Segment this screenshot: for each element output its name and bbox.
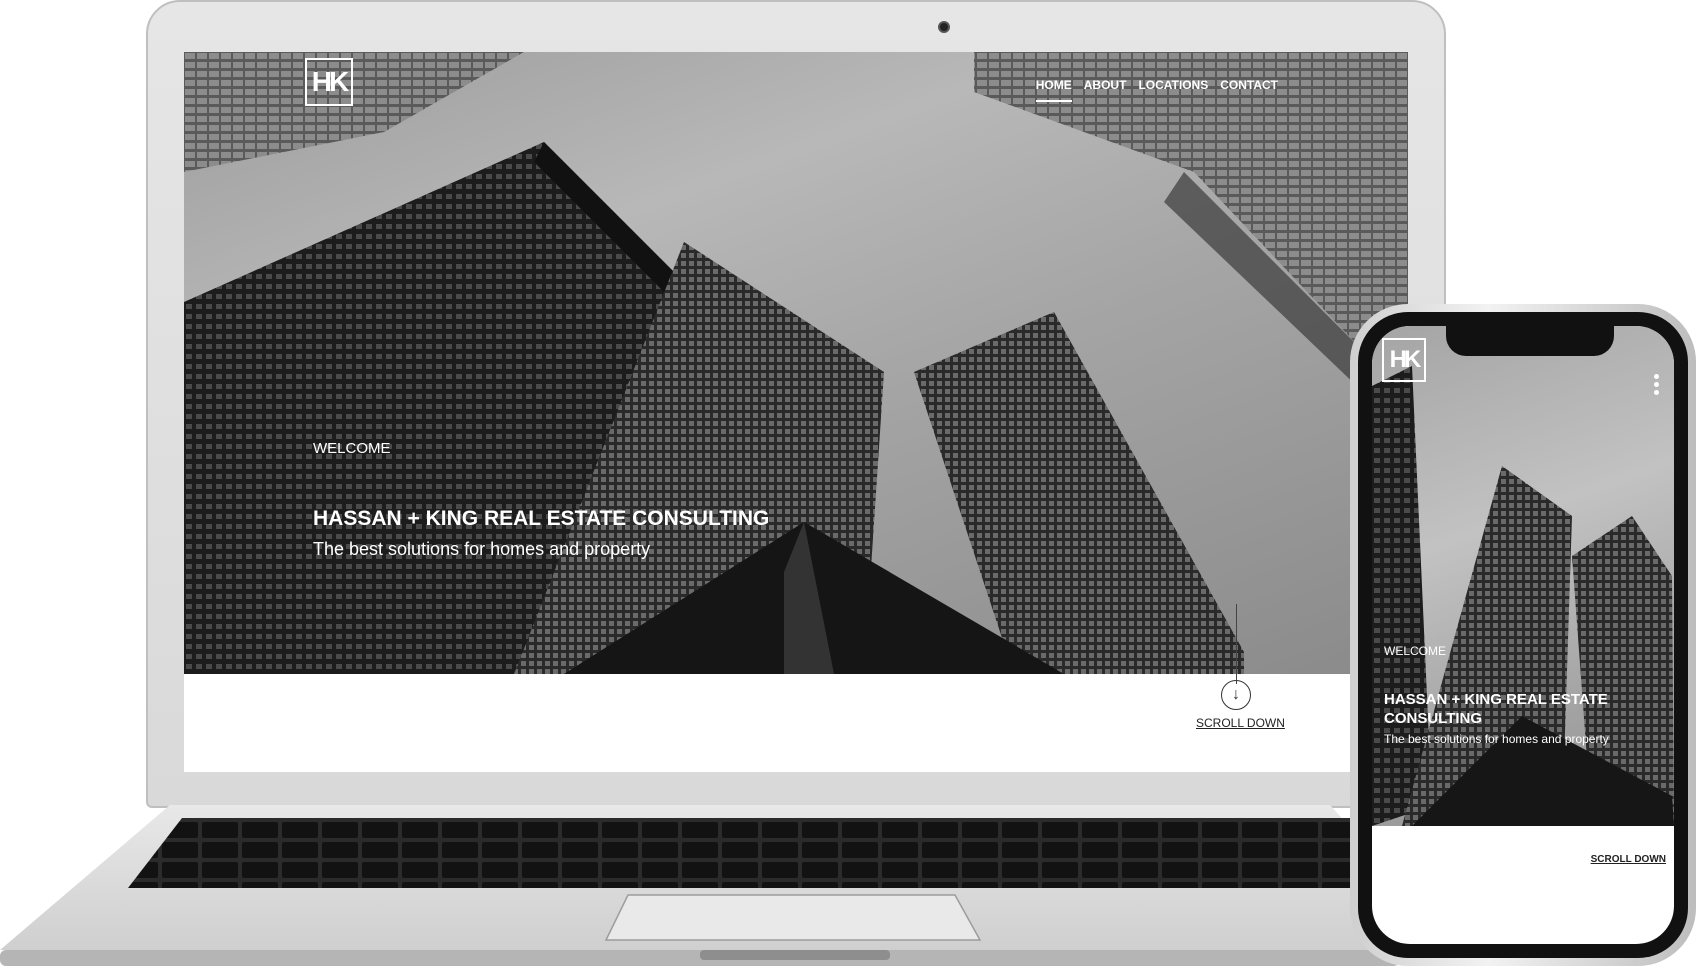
- mobile-hero-eyebrow: WELCOME: [1384, 644, 1447, 658]
- phone-frame: HK WELCOME HASSAN + KING REAL ESTATE CON…: [1350, 304, 1696, 966]
- camera-icon: [938, 21, 950, 33]
- menu-dot: [1654, 374, 1659, 379]
- mobile-skyline-image: [1372, 366, 1674, 826]
- hero-eyebrow: WELCOME: [313, 440, 391, 457]
- phone-screen: HK WELCOME HASSAN + KING REAL ESTATE CON…: [1372, 326, 1674, 944]
- menu-dot: [1654, 390, 1659, 395]
- nav-home[interactable]: HOME: [1035, 78, 1072, 102]
- brand-logo[interactable]: HK: [305, 58, 353, 106]
- mobile-logo-text: HK: [1389, 346, 1422, 373]
- nav-contact[interactable]: CONTACT: [1220, 78, 1278, 102]
- mobile-hero-subtitle: The best solutions for homes and propert…: [1384, 732, 1609, 746]
- mobile-hero-section: HK WELCOME HASSAN + KING REAL ESTATE CON…: [1372, 326, 1674, 826]
- mobile-brand-logo[interactable]: HK: [1382, 338, 1426, 382]
- scroll-down-button[interactable]: ↓: [1221, 680, 1251, 710]
- mobile-scroll-down-link[interactable]: SCROLL DOWN: [1591, 854, 1666, 865]
- hero-title: HASSAN + KING REAL ESTATE CONSULTING: [313, 507, 770, 530]
- logo-text: HK: [311, 66, 349, 97]
- hero-subtitle: The best solutions for homes and propert…: [313, 539, 651, 559]
- kebab-menu-icon[interactable]: [1654, 374, 1660, 395]
- scroll-down-link[interactable]: SCROLL DOWN: [1196, 716, 1285, 730]
- main-nav: HOME ABOUT LOCATIONS CONTACT: [1035, 78, 1278, 102]
- nav-about[interactable]: ABOUT: [1084, 78, 1127, 102]
- hero-section: HK HOME ABOUT LOCATIONS CONTACT WELCOME …: [184, 52, 1408, 674]
- phone-bezel: HK WELCOME HASSAN + KING REAL ESTATE CON…: [1358, 312, 1688, 958]
- menu-dot: [1654, 382, 1659, 387]
- mobile-hero-title: HASSAN + KING REAL ESTATE CONSULTING: [1384, 691, 1608, 727]
- phone-notch: [1446, 326, 1614, 356]
- scroll-line: [1236, 604, 1237, 684]
- laptop-screen: HK HOME ABOUT LOCATIONS CONTACT WELCOME …: [184, 52, 1408, 772]
- city-skyline-image: [184, 52, 1408, 674]
- nav-locations[interactable]: LOCATIONS: [1138, 78, 1208, 102]
- arrow-down-icon: ↓: [1232, 686, 1240, 703]
